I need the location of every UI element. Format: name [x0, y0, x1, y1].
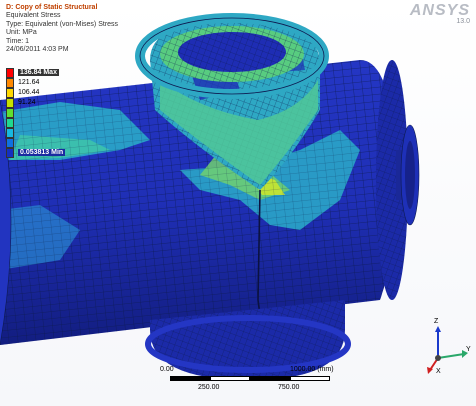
legend-swatch	[6, 88, 14, 98]
legend-min-label: 0.053813 Min	[18, 149, 66, 156]
legend-row: 106.44	[6, 88, 126, 98]
legend-label: 91.24	[18, 99, 36, 106]
result-date: 24/06/2011 4:03 PM	[6, 46, 69, 54]
legend-swatch	[6, 118, 14, 128]
legend-row	[6, 138, 126, 148]
scale-label-start: 0.00	[160, 366, 174, 373]
triad-axes-icon	[427, 326, 468, 374]
legend-row: 121.64	[6, 78, 126, 88]
legend-label: 106.44	[18, 89, 40, 96]
scale-label-quarter: 250.00	[198, 384, 220, 391]
scale-bar: 0.00 1000.00 (mm) 250.00 750.00	[160, 366, 370, 402]
legend-swatch	[6, 78, 14, 88]
legend-swatch	[6, 128, 14, 138]
legend-swatch	[6, 98, 14, 108]
analysis-title: D: Copy of Static Structural	[6, 4, 98, 11]
result-type: Type: Equivalent (von-Mises) Stress	[6, 20, 119, 28]
scale-segment	[170, 376, 210, 381]
legend-label: 121.64	[18, 79, 40, 86]
result-unit: Unit: MPa	[6, 29, 37, 37]
result-header: D: Copy of Static Structural Equivalent …	[6, 4, 118, 54]
scale-segment	[250, 376, 290, 381]
result-name: Equivalent Stress	[6, 12, 61, 20]
triad-x-label: X	[436, 368, 441, 375]
legend-swatch	[6, 68, 14, 78]
coordinate-triad[interactable]: Z Y X	[420, 318, 472, 378]
triad-z-label: Z	[434, 318, 439, 325]
legend-row	[6, 128, 126, 138]
result-time: Time: 1	[6, 37, 30, 45]
legend-row	[6, 118, 126, 128]
legend-swatch	[6, 148, 14, 158]
legend-max-label: 136.84 Max	[18, 69, 59, 76]
flange-right-face	[405, 141, 415, 209]
legend-min-row: 0.053813 Min	[6, 148, 126, 158]
graphics-viewport[interactable]: D: Copy of Static Structural Equivalent …	[0, 0, 476, 406]
legend-max-row: 136.84 Max	[6, 68, 126, 78]
legend-row: 91.24	[6, 98, 126, 108]
scale-segment	[290, 376, 330, 381]
legend-swatch	[6, 108, 14, 118]
branch-opening-mesh	[178, 32, 286, 72]
legend-swatch	[6, 138, 14, 148]
ansys-logo: ANSYS 13.0	[410, 2, 470, 25]
stress-contour-model[interactable]	[0, 0, 476, 406]
scale-segment	[210, 376, 250, 381]
scale-label-three-quarter: 750.00	[278, 384, 300, 391]
triad-y-label: Y	[466, 346, 471, 353]
scale-label-end: 1000.00 (mm)	[290, 366, 334, 373]
legend-row	[6, 108, 126, 118]
